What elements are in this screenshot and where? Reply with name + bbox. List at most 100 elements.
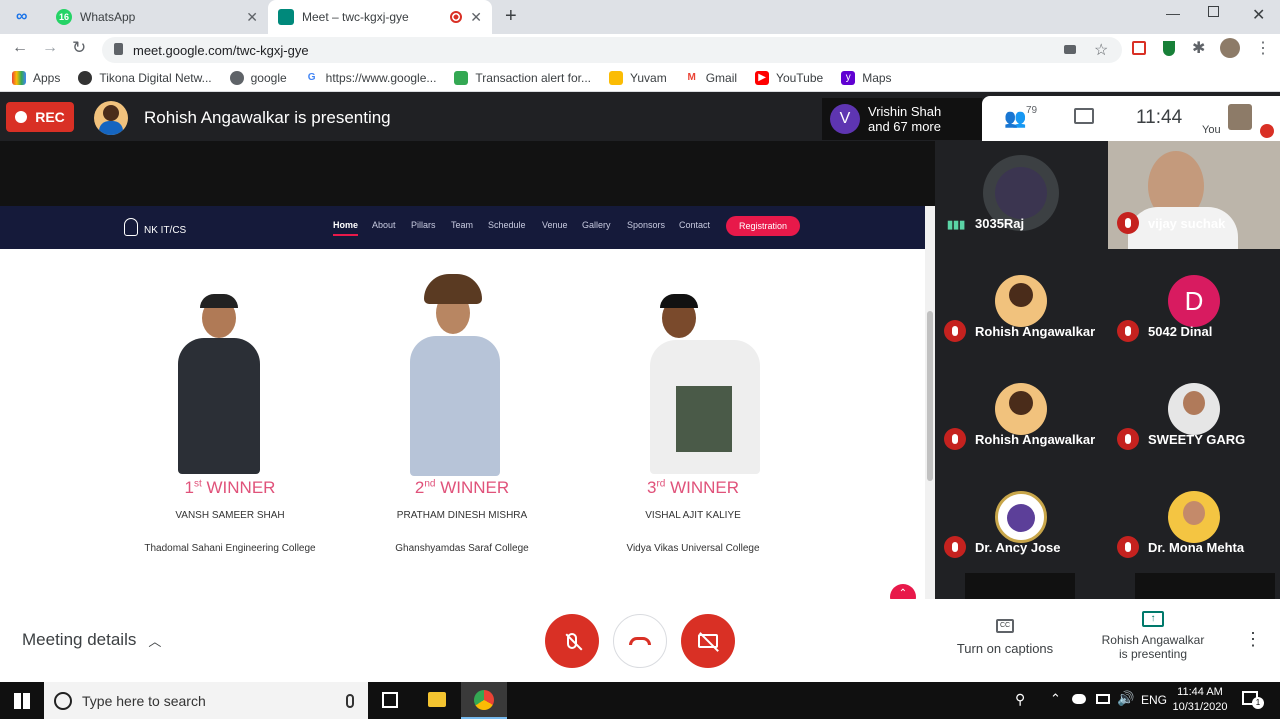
- mic-off-icon: [1117, 212, 1139, 234]
- captions-button[interactable]: CC Turn on captions: [950, 619, 1060, 656]
- participant-tile[interactable]: Dr. Ancy Jose: [935, 465, 1107, 573]
- mic-toggle-button[interactable]: [545, 614, 599, 668]
- url-text[interactable]: meet.google.com/twc-kgxj-gye: [133, 43, 309, 58]
- new-tab-icon[interactable]: +: [505, 5, 517, 28]
- participant-tile[interactable]: vijay suchak: [1108, 141, 1280, 249]
- site-nav-contact[interactable]: Contact: [679, 220, 710, 230]
- participant-name: Rohish Angawalkar: [975, 432, 1096, 447]
- chat-icon[interactable]: [1074, 108, 1094, 124]
- site-nav-sponsors[interactable]: Sponsors: [627, 220, 665, 230]
- loop-icon: ∞: [16, 8, 28, 25]
- bookmark-youtube[interactable]: ▶ YouTube: [755, 70, 823, 85]
- you-label: You: [1202, 124, 1221, 136]
- close-tab-icon[interactable]: ✕: [470, 9, 482, 26]
- battery-icon[interactable]: [1096, 694, 1110, 704]
- people-icon[interactable]: ⚲: [1015, 691, 1025, 708]
- site-nav-team[interactable]: Team: [451, 220, 473, 230]
- participant-tile[interactable]: Dr. Mona Mehta: [1108, 465, 1280, 573]
- puzzle-icon[interactable]: ✱: [1192, 38, 1205, 58]
- site-nav-venue[interactable]: Venue: [542, 220, 568, 230]
- scrollbar-thumb[interactable]: [927, 311, 933, 481]
- recording-icon: [450, 11, 462, 23]
- bookmark-label: https://www.google...: [325, 70, 437, 85]
- meeting-details-button[interactable]: Meeting details ︿: [22, 630, 161, 650]
- bookmark-gmail[interactable]: M Gmail: [684, 70, 737, 85]
- raised-hands-chip[interactable]: V Vrishin Shah and 67 more: [822, 98, 982, 140]
- winner-1-photo: [174, 294, 264, 474]
- extension-pocket-icon[interactable]: [1132, 41, 1146, 55]
- globe-icon: [229, 70, 244, 85]
- participant-tile[interactable]: ▮▮▮ 3035Raj: [935, 141, 1107, 249]
- bookmark-yuvam[interactable]: Yuvam: [609, 70, 667, 85]
- participant-tile[interactable]: Rohish Angawalkar: [935, 357, 1107, 465]
- presenting-button[interactable]: ↑ Rohish Angawalkar is presenting: [1092, 611, 1214, 661]
- winner-2-name: PRATHAM DINESH MISHRA: [396, 510, 528, 521]
- windows-start-icon[interactable]: [14, 693, 30, 709]
- file-explorer-icon[interactable]: [428, 692, 446, 707]
- recording-indicator[interactable]: REC: [6, 102, 74, 132]
- winner-2-card: 2nd WINNER PRATHAM DINESH MISHRA Ghanshy…: [352, 478, 572, 554]
- self-view-thumbnail[interactable]: [1228, 104, 1252, 130]
- close-window-icon[interactable]: ✕: [1252, 5, 1265, 25]
- address-bar[interactable]: meet.google.com/twc-kgxj-gye ☆: [102, 37, 1122, 63]
- youtube-icon: ▶: [755, 70, 770, 85]
- tab-whatsapp[interactable]: 16 WhatsApp ✕: [46, 0, 268, 34]
- action-center-icon[interactable]: 1: [1242, 691, 1264, 709]
- camera-icon[interactable]: [1064, 45, 1076, 54]
- site-nav-home[interactable]: Home: [333, 220, 359, 236]
- site-registration-button[interactable]: Registration: [726, 216, 800, 236]
- bookmark-apps[interactable]: Apps: [12, 70, 60, 85]
- bookmark-google-url[interactable]: Ghttps://www.google...: [304, 70, 437, 85]
- winner-1-college: Thadomal Sahani Engineering College: [144, 543, 316, 554]
- bulb-logo-icon: [124, 218, 138, 236]
- shield-icon[interactable]: [1163, 41, 1175, 56]
- leave-call-button[interactable]: [613, 614, 667, 668]
- profile-avatar[interactable]: [1220, 38, 1240, 58]
- task-view-icon[interactable]: [382, 692, 398, 708]
- search-placeholder: Type here to search: [82, 692, 206, 709]
- tab-title: WhatsApp: [80, 10, 136, 24]
- tab-meet[interactable]: Meet – twc-kgxj-gye ✕: [268, 0, 492, 34]
- chevron-up-icon[interactable]: ⌃: [1050, 691, 1061, 707]
- site-nav-schedule[interactable]: Schedule: [488, 220, 526, 230]
- more-options-icon[interactable]: ⋮: [1244, 629, 1262, 650]
- taskbar-search[interactable]: Type here to search: [44, 682, 368, 719]
- presentation-margin: [0, 141, 935, 206]
- star-icon[interactable]: ☆: [1094, 40, 1108, 60]
- college-logo-avatar: [995, 491, 1047, 543]
- bookmark-google[interactable]: google: [229, 70, 287, 85]
- participant-tile[interactable]: Rohish Angawalkar: [935, 249, 1107, 357]
- site-nav-pillars[interactable]: Pillars: [411, 220, 436, 230]
- speaking-icon: ▮▮▮: [947, 219, 966, 231]
- mic-off-icon: [1117, 536, 1139, 558]
- restore-icon[interactable]: [1208, 6, 1219, 17]
- gmail-icon: M: [684, 70, 699, 85]
- tab-pinned[interactable]: ∞: [0, 0, 44, 34]
- back-icon[interactable]: ←: [12, 39, 28, 57]
- bookmark-transaction[interactable]: Transaction alert for...: [454, 70, 591, 85]
- minimize-icon[interactable]: —: [1166, 5, 1180, 21]
- reload-icon[interactable]: ↻: [72, 38, 86, 58]
- microphone-icon[interactable]: [346, 693, 354, 708]
- camera-toggle-button[interactable]: [681, 614, 735, 668]
- tab-title: Meet – twc-kgxj-gye: [302, 10, 409, 24]
- close-tab-icon[interactable]: ✕: [246, 9, 258, 26]
- bookmark-label: google: [250, 70, 287, 85]
- taskbar-clock[interactable]: 11:44 AM 10/31/2020: [1170, 685, 1230, 715]
- people-icon[interactable]: 👥: [1004, 108, 1026, 129]
- language-indicator[interactable]: ENG: [1141, 693, 1167, 707]
- forward-icon[interactable]: →: [42, 39, 58, 57]
- browser-toolbar: ← → ↻ meet.google.com/twc-kgxj-gye ☆ ✱ ⋮: [0, 34, 1280, 64]
- google-icon: G: [304, 70, 319, 85]
- site-nav-gallery[interactable]: Gallery: [582, 220, 611, 230]
- onedrive-icon[interactable]: [1072, 694, 1086, 704]
- participant-tile[interactable]: D 5042 Dinal: [1108, 249, 1280, 357]
- bookmark-maps[interactable]: y Maps: [841, 70, 892, 85]
- site-nav-about[interactable]: About: [372, 220, 396, 230]
- bookmark-tikona[interactable]: Tikona Digital Netw...: [78, 70, 212, 85]
- menu-dots-icon[interactable]: ⋮: [1255, 38, 1271, 58]
- meeting-clock: 11:44: [1136, 107, 1183, 128]
- chrome-taskbar-button[interactable]: [461, 682, 507, 719]
- volume-icon[interactable]: 🔊: [1117, 690, 1134, 707]
- participant-tile[interactable]: SWEETY GARG: [1108, 357, 1280, 465]
